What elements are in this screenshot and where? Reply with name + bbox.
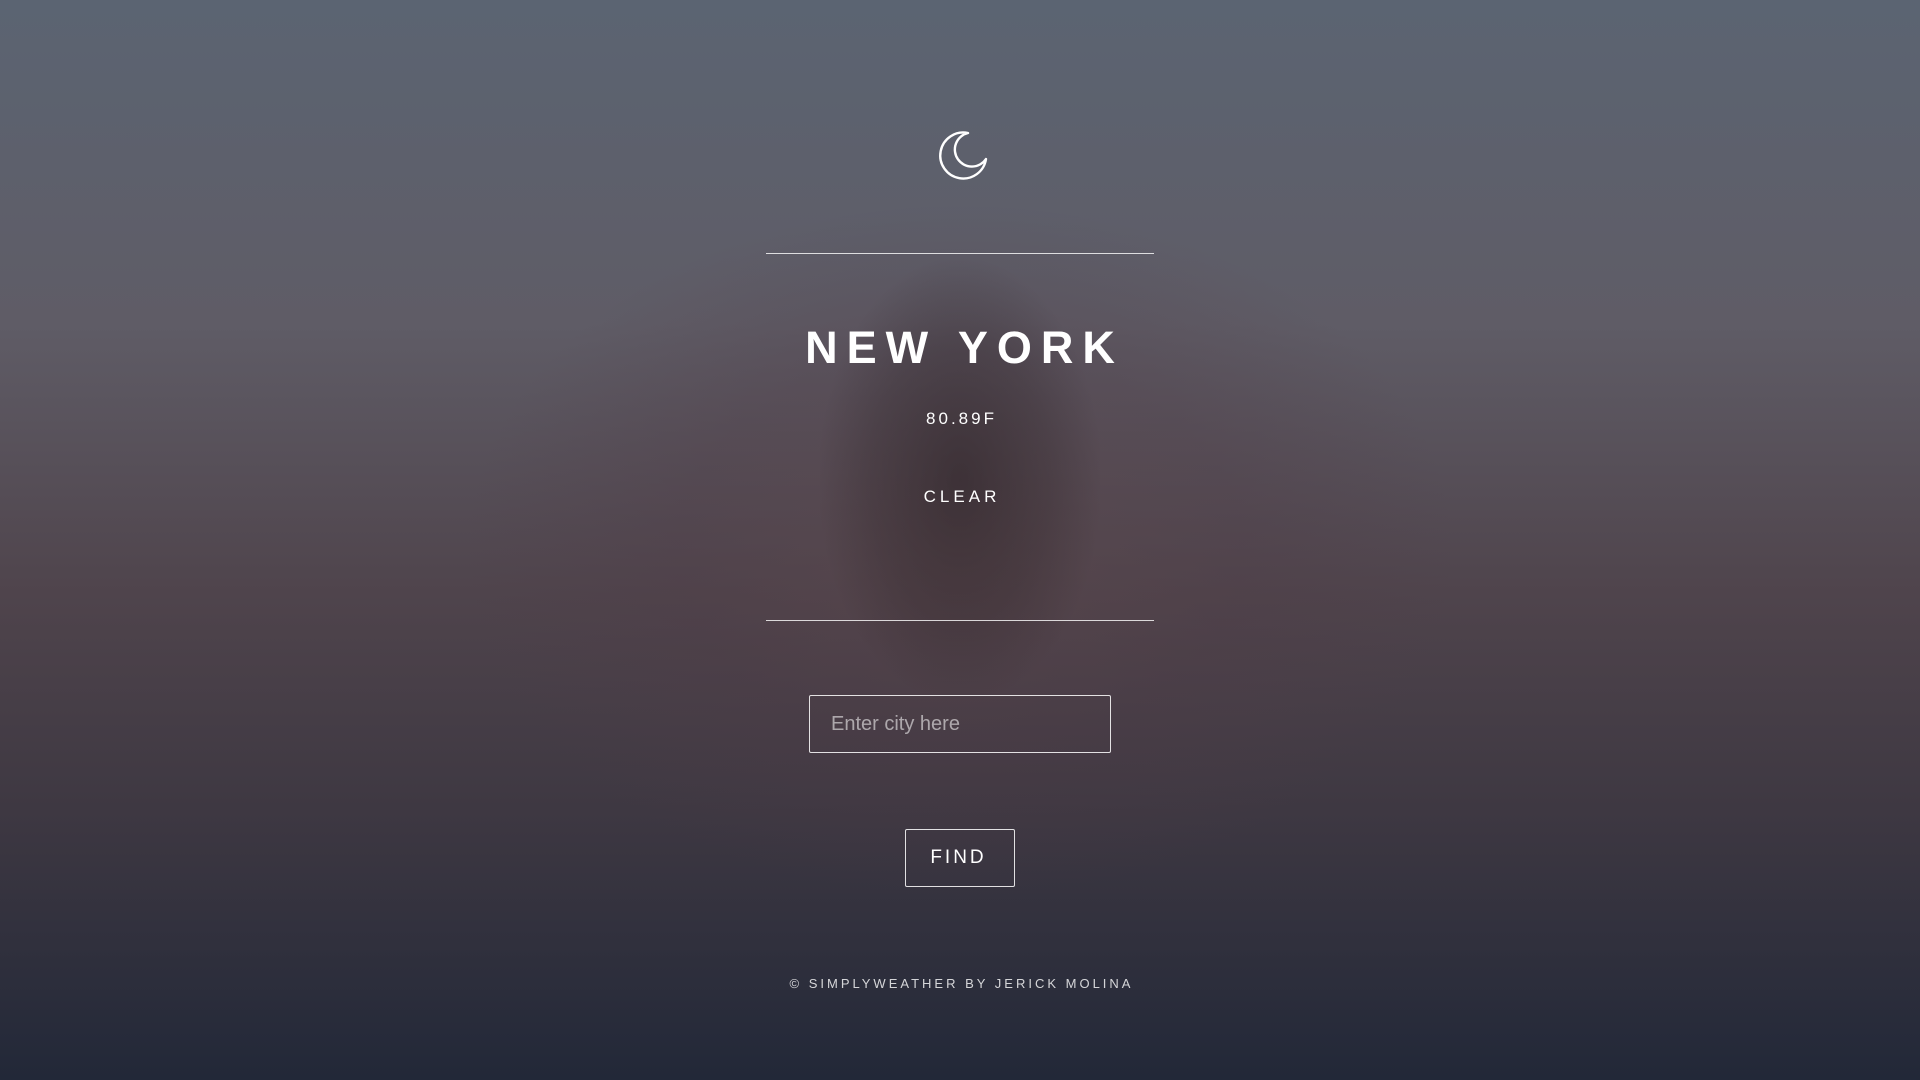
city-name: NEW YORK <box>805 322 1124 373</box>
find-button[interactable]: FIND <box>905 829 1015 887</box>
weather-condition: CLEAR <box>923 487 1001 506</box>
footer-credit: © SIMPLYWEATHER BY JERICK MOLINA <box>789 976 1134 991</box>
moon-icon <box>930 124 990 184</box>
temperature-value: 80.89F <box>926 409 997 428</box>
background-glow <box>460 200 1460 900</box>
city-search-input[interactable] <box>809 695 1111 753</box>
bottom-divider <box>766 620 1154 621</box>
top-divider <box>766 253 1154 254</box>
